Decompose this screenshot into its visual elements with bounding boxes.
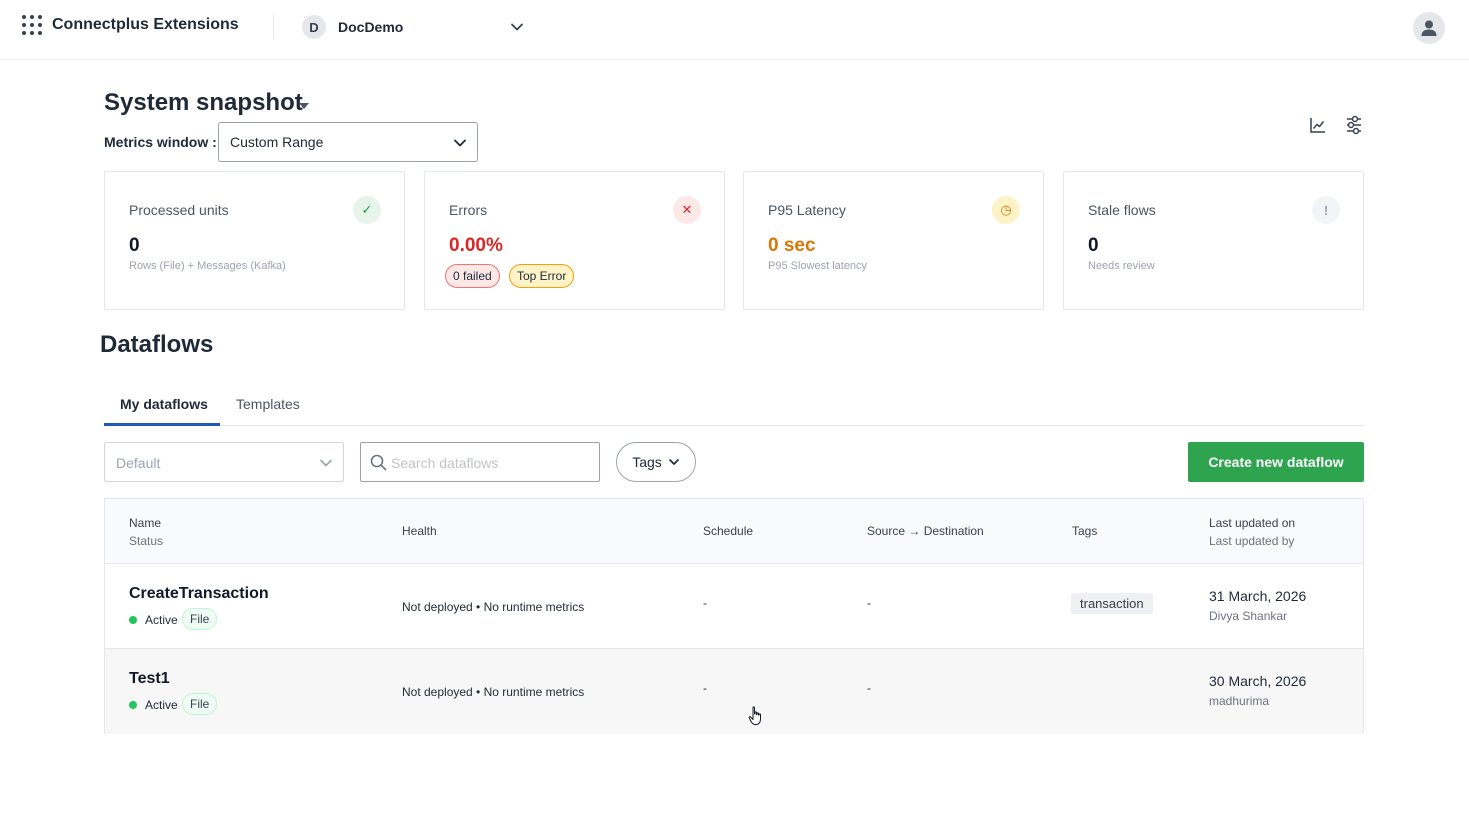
schedule-cell: - [703,681,707,695]
card-label: Stale flows [1088,202,1156,218]
dataflow-name[interactable]: CreateTransaction [129,585,269,603]
card-label: Errors [449,202,488,218]
card-value: 0.00% [449,235,503,256]
caret-down-icon[interactable] [299,103,309,109]
app-title: Connectplus Extensions [52,16,239,33]
user-avatar[interactable] [1413,12,1445,44]
column-header-last-updated-by[interactable]: Last updated by [1209,534,1294,548]
sliders-icon[interactable] [1345,115,1363,135]
active-tab-indicator [104,423,220,426]
dataflows-title: Dataflows [100,331,214,358]
health-cell: Not deployed • No runtime metrics [402,600,585,614]
card-label: Processed units [129,202,229,218]
table-row[interactable]: Test1 Active File Not deployed • No runt… [105,649,1363,734]
line-chart-icon[interactable] [1309,116,1327,134]
card-label: P95 Latency [768,202,846,218]
table-header: Name Status Health Schedule Source → Des… [105,499,1363,564]
card-subtext: Needs review [1088,260,1155,272]
exclamation-icon: ! [1312,196,1340,224]
type-pill: File [182,693,218,715]
tags-filter-label: Tags [632,454,662,470]
org-name[interactable]: DocDemo [338,19,403,35]
header-divider [273,15,274,39]
column-header-health[interactable]: Health [402,524,437,538]
card-stale-flows[interactable]: Stale flows ! 0 Needs review [1063,171,1364,310]
column-header-tags[interactable]: Tags [1072,524,1097,538]
tab-templates[interactable]: Templates [236,396,300,412]
clock-icon: ◷ [992,196,1020,224]
hand-pointer-icon [748,706,761,725]
card-subtext: Rows (File) + Messages (Kafka) [129,260,286,272]
chevron-down-icon [320,459,332,467]
tab-my-dataflows[interactable]: My dataflows [120,396,208,412]
card-value: 0 [1088,235,1099,256]
org-avatar[interactable]: D [302,15,326,39]
type-pill: File [182,608,218,630]
check-icon: ✓ [353,196,381,224]
schedule-cell: - [703,596,707,610]
apps-grid-icon[interactable] [22,15,42,35]
tabs-divider [104,425,1364,426]
top-error-pill[interactable]: Top Error [509,264,575,288]
column-header-last-updated-on[interactable]: Last updated on [1209,516,1295,530]
column-header-source-destination[interactable]: Source → Destination [867,524,984,538]
metrics-window-value: Custom Range [230,134,324,150]
column-header-schedule[interactable]: Schedule [703,524,753,538]
card-value: 0 [129,235,140,256]
updated-on-cell: 31 March, 2026 [1209,588,1307,604]
status-dot [129,701,137,709]
dataflows-table: Name Status Health Schedule Source → Des… [104,498,1364,734]
status-dot [129,616,137,624]
status-text: Active [145,613,178,627]
status-text: Active [145,698,178,712]
card-errors[interactable]: Errors ✕ 0.00% 0 failed Top Error [424,171,725,310]
search-icon [370,454,387,471]
card-processed-units[interactable]: Processed units ✓ 0 Rows (File) + Messag… [104,171,405,310]
search-input[interactable] [391,452,591,474]
chevron-down-icon[interactable] [510,20,524,34]
health-cell: Not deployed • No runtime metrics [402,685,585,699]
view-filter-value: Default [116,455,161,471]
snapshot-title[interactable]: System snapshot [104,89,303,117]
create-dataflow-button[interactable]: Create new dataflow [1188,442,1364,482]
source-destination-cell: - [867,681,871,695]
tag-chip[interactable]: transaction [1071,593,1153,614]
view-filter-select[interactable]: Default [104,442,344,482]
top-bar: Connectplus Extensions D DocDemo [0,0,1469,60]
chevron-down-icon [668,459,679,465]
tags-filter-button[interactable]: Tags [616,442,696,482]
column-header-name[interactable]: Name [129,516,161,530]
search-box[interactable] [360,442,600,482]
close-icon: ✕ [673,196,701,224]
source-destination-cell: - [867,596,871,610]
failed-count-pill[interactable]: 0 failed [445,264,500,288]
card-p95-latency[interactable]: P95 Latency ◷ 0 sec P95 Slowest latency [743,171,1044,310]
updated-on-cell: 30 March, 2026 [1209,673,1307,689]
metrics-window-label: Metrics window : [104,134,217,150]
dataflow-name[interactable]: Test1 [129,670,170,688]
column-header-status[interactable]: Status [129,534,163,548]
updated-by-cell: Divya Shankar [1209,609,1288,623]
chevron-down-icon [454,139,466,147]
updated-by-cell: madhurima [1209,694,1270,708]
card-value: 0 sec [768,235,816,256]
metrics-window-select[interactable]: Custom Range [218,122,478,162]
table-row[interactable]: CreateTransaction Active File Not deploy… [105,564,1363,649]
user-icon [1421,20,1437,36]
card-subtext: P95 Slowest latency [768,260,868,272]
